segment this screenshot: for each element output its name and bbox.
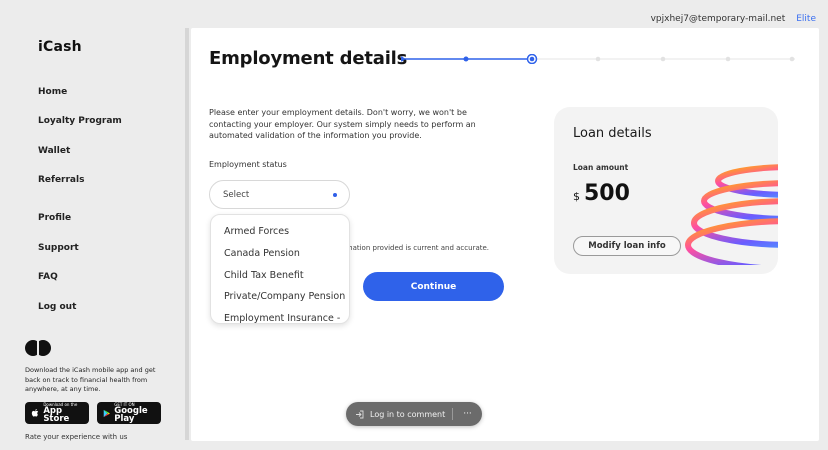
dropdown-option[interactable]: Armed Forces xyxy=(211,221,349,243)
rate-experience-link[interactable]: Rate your experience with us xyxy=(25,433,127,441)
mobile-app-promo: Download the iCash mobile app and get ba… xyxy=(25,366,156,393)
google-play-button[interactable]: GET IT ON Google Play xyxy=(97,402,161,424)
sidebar-item-profile[interactable]: Profile xyxy=(38,213,71,223)
more-icon[interactable]: ··· xyxy=(453,409,482,419)
decorative-rings-graphic xyxy=(685,164,778,265)
intro-text: Please enter your employment details. Do… xyxy=(209,108,476,140)
step-5-dot xyxy=(660,56,666,62)
dropdown-option[interactable]: Child Tax Benefit xyxy=(211,265,349,287)
sidebar-item-referrals[interactable]: Referrals xyxy=(38,175,84,185)
employment-status-label: Employment status xyxy=(209,160,287,169)
step-2-dot xyxy=(463,56,469,62)
main-panel: Employment details Please enter your emp… xyxy=(191,28,819,441)
currency-symbol: $ xyxy=(573,190,580,203)
sidebar-item-loyalty-program[interactable]: Loyalty Program xyxy=(38,116,122,126)
app-store-button[interactable]: Download on the App Store xyxy=(25,402,89,424)
account-bar: vpjxhej7@temporary-mail.net Elite xyxy=(651,14,816,24)
sidebar-item-wallet[interactable]: Wallet xyxy=(38,146,70,156)
progress-stepper xyxy=(401,54,795,64)
sidebar: iCash Home Loyalty Program Wallet Referr… xyxy=(0,0,188,450)
employment-status-select[interactable]: Select xyxy=(209,180,350,209)
sidebar-divider xyxy=(185,28,189,440)
sidebar-item-home[interactable]: Home xyxy=(38,87,67,97)
dropdown-option[interactable]: Canada Pension xyxy=(211,243,349,265)
loan-amount: $ 500 xyxy=(573,181,630,206)
google-play-icon xyxy=(103,409,110,417)
step-7-dot xyxy=(789,56,795,62)
loan-amount-label: Loan amount xyxy=(573,163,629,172)
comment-bar: Log in to comment ··· xyxy=(346,402,482,426)
loan-details-card: Loan details Loan amount $ 500 Modify lo… xyxy=(554,107,778,274)
loan-amount-value: 500 xyxy=(584,181,630,206)
google-play-label: Google Play xyxy=(114,405,148,424)
dropdown-option[interactable]: Private/Company Pension xyxy=(211,286,349,308)
user-email: vpjxhej7@temporary-mail.net xyxy=(650,14,786,24)
icash-mark-icon xyxy=(25,340,51,356)
page-title: Employment details xyxy=(209,48,408,69)
step-1-dot xyxy=(401,56,404,62)
continue-button[interactable]: Continue xyxy=(363,272,504,301)
tier-badge[interactable]: Elite xyxy=(796,14,816,24)
modify-loan-button[interactable]: Modify loan info xyxy=(573,236,681,256)
login-to-comment-button[interactable]: Log in to comment xyxy=(346,410,452,419)
loan-details-title: Loan details xyxy=(573,126,652,141)
app-store-label: App Store xyxy=(43,405,70,424)
sidebar-item-support[interactable]: Support xyxy=(38,243,79,253)
step-4-dot xyxy=(595,56,601,62)
login-arrow-icon xyxy=(356,410,364,418)
sidebar-item-faq[interactable]: FAQ xyxy=(38,272,58,282)
employment-status-dropdown: Armed Forces Canada Pension Child Tax Be… xyxy=(210,214,350,324)
login-to-comment-label: Log in to comment xyxy=(370,409,446,419)
confirmation-text: rmation provided is current and accurate… xyxy=(343,244,490,252)
select-indicator-icon xyxy=(333,193,337,197)
step-6-dot xyxy=(725,56,731,62)
dropdown-option[interactable]: Employment Insurance - xyxy=(211,308,349,323)
app-logo-text[interactable]: iCash xyxy=(38,39,82,55)
apple-icon xyxy=(31,409,39,417)
select-value: Select xyxy=(223,189,250,200)
sidebar-item-log-out[interactable]: Log out xyxy=(38,302,76,312)
